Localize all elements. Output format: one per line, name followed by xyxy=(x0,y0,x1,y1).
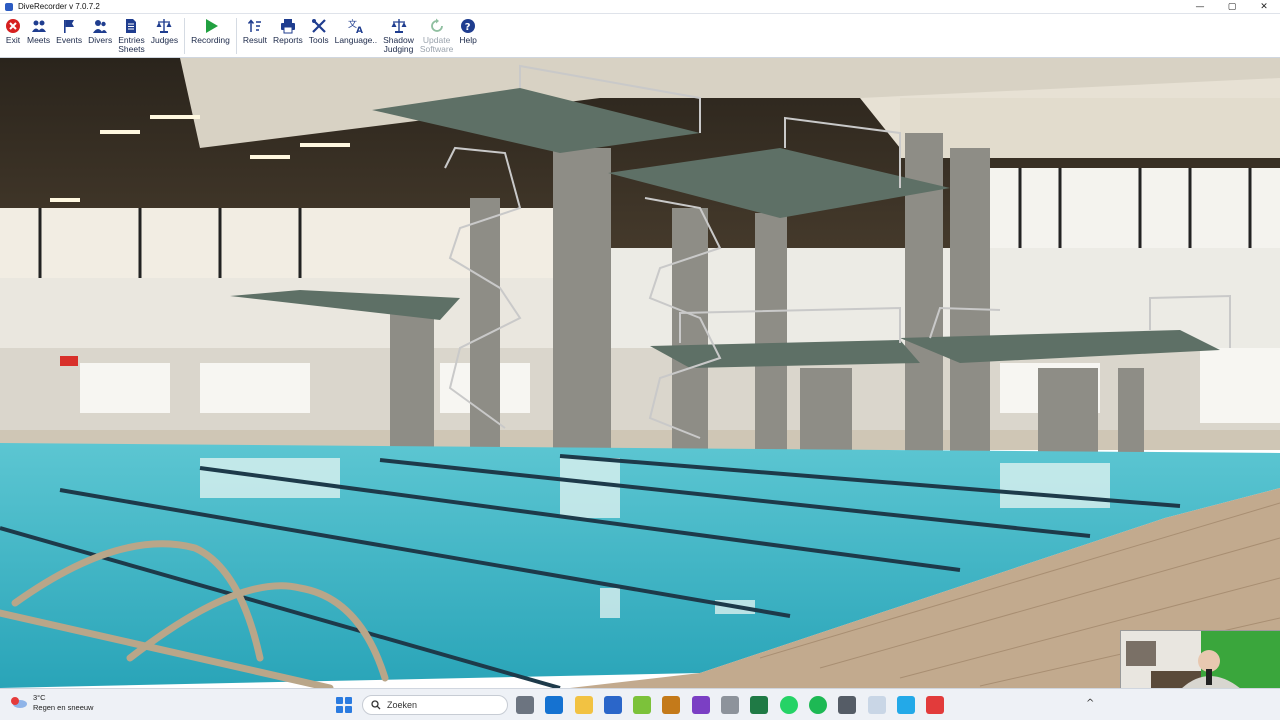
sort-icon xyxy=(247,19,261,32)
scales-icon xyxy=(156,19,172,33)
exit-button[interactable]: Exit xyxy=(2,14,24,58)
video-frame xyxy=(0,58,1280,688)
task-view-icon[interactable] xyxy=(516,696,534,714)
minimize-button[interactable]: — xyxy=(1184,0,1216,14)
search-icon xyxy=(371,700,381,710)
edge-icon[interactable] xyxy=(545,696,564,714)
shadow-judging-label: Shadow Judging xyxy=(383,35,414,54)
weather-icon xyxy=(10,696,28,710)
maximize-button[interactable]: ▢ xyxy=(1216,0,1248,14)
app-icon[interactable] xyxy=(926,696,945,714)
result-button[interactable]: Result xyxy=(240,14,270,58)
search-placeholder: Zoeken xyxy=(387,700,418,710)
meets-label: Meets xyxy=(27,35,51,45)
divers-button[interactable]: Divers xyxy=(85,14,115,58)
start-button[interactable] xyxy=(336,697,352,713)
tools-label: Tools xyxy=(308,35,329,45)
webcam-overlay xyxy=(1120,630,1280,688)
help-label: Help xyxy=(459,35,477,45)
tools-button[interactable]: Tools xyxy=(306,14,332,58)
meets-button[interactable]: Meets xyxy=(24,14,53,58)
scales-icon xyxy=(391,19,406,33)
visual-studio-icon[interactable] xyxy=(691,696,710,714)
meets-icon xyxy=(31,20,46,32)
reports-button[interactable]: Reports xyxy=(270,14,306,58)
windows-logo-icon xyxy=(336,697,343,704)
help-button[interactable]: ? Help xyxy=(456,14,479,58)
flag-icon xyxy=(64,20,75,33)
exit-icon xyxy=(6,19,20,33)
spotify-icon[interactable] xyxy=(808,696,827,714)
app-icon[interactable] xyxy=(867,696,886,714)
help-icon: ? xyxy=(461,19,476,33)
app-icon[interactable] xyxy=(721,696,740,714)
title-bar: DiveRecorder v 7.0.7.2 — ▢ ✕ xyxy=(0,0,1280,14)
windows-taskbar: 3°C Regen en sneeuw Zoeken ^ xyxy=(0,688,1280,720)
judges-button[interactable]: Judges xyxy=(148,14,181,58)
store-icon[interactable] xyxy=(603,696,622,714)
result-label: Result xyxy=(242,35,267,45)
entries-sheets-label: Entries Sheets xyxy=(118,35,145,54)
diverecorder-app: DiveRecorder v 7.0.7.2 — ▢ ✕ Exit Meets … xyxy=(0,0,1280,720)
update-software-label: Update Software xyxy=(419,35,454,54)
weather-temperature: 3°C xyxy=(33,693,46,702)
app-logo-icon xyxy=(5,2,13,11)
svg-text:A: A xyxy=(356,26,363,34)
app-icon[interactable] xyxy=(838,696,857,714)
recording-button[interactable]: Recording xyxy=(188,14,233,58)
entries-sheets-button[interactable]: Entries Sheets xyxy=(115,14,147,58)
play-icon xyxy=(205,19,218,33)
reports-label: Reports xyxy=(272,35,303,45)
app-icon[interactable] xyxy=(662,696,681,714)
tools-icon xyxy=(311,19,326,33)
svg-text:?: ? xyxy=(465,22,471,33)
translate-icon: 文A xyxy=(348,18,363,34)
toolbar-separator xyxy=(184,18,186,54)
excel-icon[interactable] xyxy=(750,696,769,714)
taskbar-search[interactable]: Zoeken xyxy=(362,695,508,715)
tray-overflow-chevron[interactable]: ^ xyxy=(1086,698,1094,709)
exit-label: Exit xyxy=(5,35,21,45)
divers-icon xyxy=(93,20,108,33)
events-button[interactable]: Events xyxy=(53,14,85,58)
shadow-judging-button[interactable]: Shadow Judging xyxy=(380,14,417,58)
main-toolbar: Exit Meets Events Divers Entries Sheets … xyxy=(0,14,1280,58)
update-software-button[interactable]: Update Software xyxy=(417,14,457,58)
file-explorer-icon[interactable] xyxy=(574,696,593,714)
recording-label: Recording xyxy=(191,35,230,45)
weather-widget[interactable]: 3°C Regen en sneeuw xyxy=(10,693,93,713)
camtasia-icon[interactable] xyxy=(633,696,652,714)
whatsapp-icon[interactable] xyxy=(779,696,798,714)
refresh-icon xyxy=(430,18,443,32)
window-title: DiveRecorder v 7.0.7.2 xyxy=(18,2,100,11)
close-button[interactable]: ✕ xyxy=(1248,0,1280,14)
toolbar-separator xyxy=(235,18,237,54)
printer-icon xyxy=(280,19,295,34)
events-label: Events xyxy=(56,35,83,45)
judges-label: Judges xyxy=(150,35,179,45)
language-label: Language.. xyxy=(334,35,378,45)
pinned-apps xyxy=(516,696,955,714)
skype-icon[interactable] xyxy=(896,696,915,714)
pool-scene-image xyxy=(0,58,1280,688)
document-icon xyxy=(126,19,137,33)
webcam-image xyxy=(1121,631,1280,688)
divers-label: Divers xyxy=(88,35,113,45)
language-button[interactable]: 文A Language.. xyxy=(332,14,381,58)
window-controls: — ▢ ✕ xyxy=(1184,0,1280,14)
weather-description: Regen en sneeuw xyxy=(33,703,94,712)
